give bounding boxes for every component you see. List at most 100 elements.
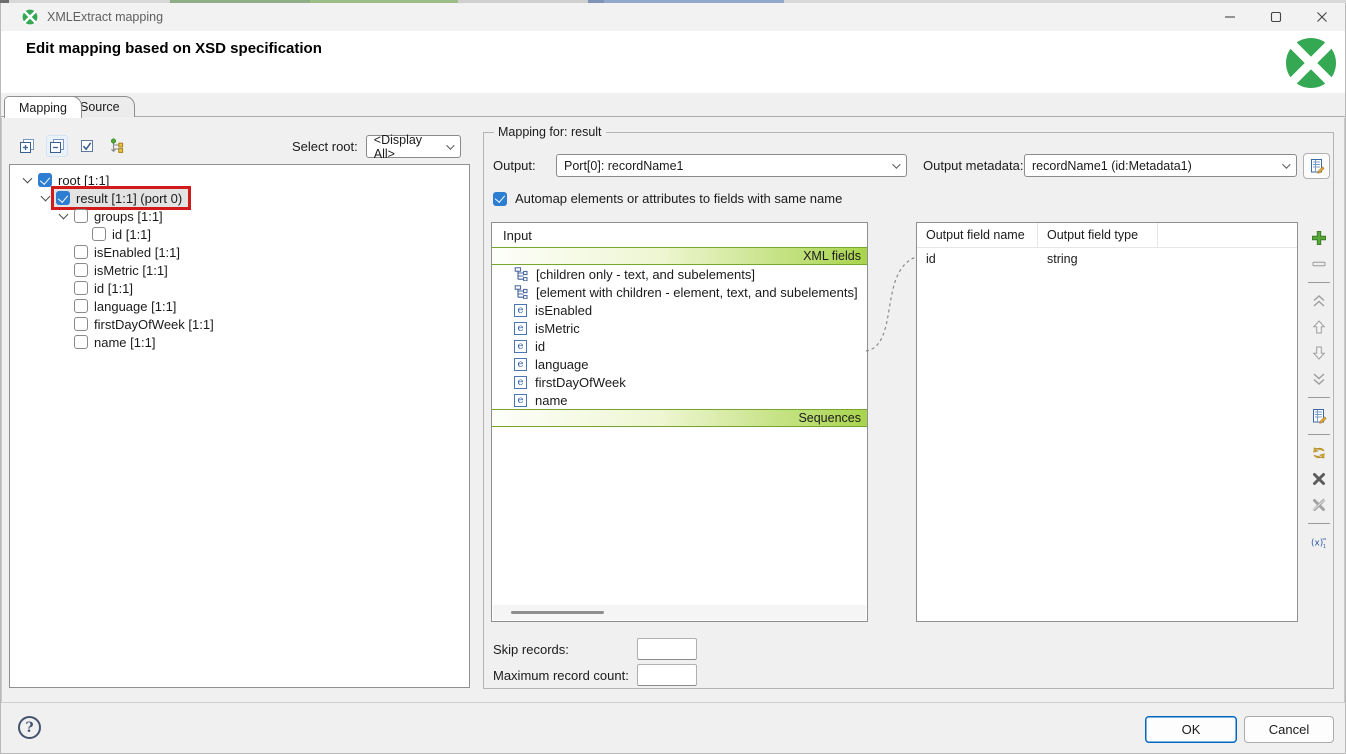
tree-node-checkbox[interactable] (74, 335, 88, 349)
tree-node-label: root [1:1] (58, 173, 111, 188)
tree-node[interactable]: groups [1:1] (10, 207, 469, 225)
collapse-all-icon[interactable] (46, 135, 68, 157)
output-metadata-dropdown[interactable]: recordName1 (id:Metadata1) (1024, 154, 1297, 177)
tree-node[interactable]: id [1:1] (10, 279, 469, 297)
tree-node-label: id [1:1] (94, 281, 135, 296)
expand-chevron-icon[interactable] (58, 210, 68, 220)
tree-node-checkbox[interactable] (56, 191, 70, 205)
xml-field-item[interactable]: eid (492, 337, 867, 355)
xml-field-label: [element with children - element, text, … (536, 285, 858, 300)
sequences-section-header: Sequences (492, 409, 867, 427)
help-button[interactable]: ? (18, 716, 41, 739)
svg-text:1: 1 (1323, 544, 1326, 550)
xml-field-label: id (535, 339, 545, 354)
maximize-button[interactable] (1253, 3, 1299, 31)
edit-metadata-button[interactable] (1303, 153, 1330, 179)
tree-node[interactable]: isMetric [1:1] (10, 261, 469, 279)
tree-node[interactable]: result [1:1] (port 0) (10, 189, 469, 207)
xml-field-item[interactable]: eisMetric (492, 319, 867, 337)
move-down-icon (1309, 343, 1329, 363)
tree-node-checkbox[interactable] (38, 173, 52, 187)
output-table-body: idstring (917, 248, 1297, 270)
move-first-icon (1309, 291, 1329, 311)
xml-field-item[interactable]: [children only - text, and subelements] (492, 265, 867, 283)
xml-fields-section-header: XML fields (492, 247, 867, 265)
skip-records-input[interactable] (637, 638, 697, 660)
element-icon: e (514, 376, 527, 389)
horizontal-scrollbar[interactable] (493, 605, 866, 620)
column-header-empty (1158, 223, 1297, 247)
tree-node-checkbox[interactable] (92, 227, 106, 241)
minimize-button[interactable] (1207, 3, 1253, 31)
cancel-button[interactable]: Cancel (1244, 716, 1334, 743)
element-icon: e (514, 358, 527, 371)
xsd-element-tree[interactable]: root [1:1]result [1:1] (port 0)groups [1… (9, 164, 470, 688)
move-up-icon (1309, 317, 1329, 337)
input-panel-title: Input (492, 223, 867, 247)
xml-field-label: language (535, 357, 589, 372)
expand-all-icon[interactable] (16, 135, 38, 157)
output-fields-table[interactable]: Output field name Output field type idst… (916, 222, 1298, 622)
dialog-header: Edit mapping based on XSD specification (1, 31, 1345, 93)
tree-order-icon[interactable] (106, 135, 128, 157)
tab-mapping[interactable]: Mapping (4, 96, 82, 118)
output-field-row[interactable]: idstring (917, 248, 1297, 270)
tree-node[interactable]: isEnabled [1:1] (10, 243, 469, 261)
chevron-down-icon (892, 160, 900, 168)
add-field-icon[interactable] (1309, 228, 1329, 248)
xml-field-item[interactable]: e language (492, 355, 867, 373)
check-elements-icon[interactable] (76, 135, 98, 157)
edit-metadata-icon[interactable] (1309, 406, 1329, 426)
tree-node[interactable]: firstDayOfWeek [1:1] (10, 315, 469, 333)
xml-field-list: [children only - text, and subelements] [… (492, 265, 867, 409)
tree-node-checkbox[interactable] (74, 209, 88, 223)
tree-node-checkbox[interactable] (74, 299, 88, 313)
expand-chevron-icon[interactable] (40, 192, 50, 202)
expression-icon[interactable]: (x)∞1 (1309, 532, 1329, 552)
chevron-down-icon (446, 141, 454, 149)
tree-node[interactable]: name [1:1] (10, 333, 469, 351)
automap-checkbox[interactable] (493, 192, 507, 206)
mapping-group-title: Mapping for: result (494, 125, 606, 139)
tree-node[interactable]: language [1:1] (10, 297, 469, 315)
scrollbar-thumb[interactable] (511, 611, 604, 614)
tree-node-label: isMetric [1:1] (94, 263, 170, 278)
column-header-field-type[interactable]: Output field type (1038, 223, 1158, 247)
select-root-label: Select root: (292, 139, 358, 154)
tree-node[interactable]: id [1:1] (10, 225, 469, 243)
xml-field-item[interactable]: [element with children - element, text, … (492, 283, 867, 301)
tree-node-label: name [1:1] (94, 335, 157, 350)
tree-node-checkbox[interactable] (74, 281, 88, 295)
output-field-cell (1158, 248, 1297, 270)
element-icon: e (514, 340, 527, 353)
tree-node-label: isEnabled [1:1] (94, 245, 182, 260)
toolbar-separator (1308, 434, 1330, 435)
move-last-icon (1309, 369, 1329, 389)
output-table-header: Output field name Output field type (917, 223, 1297, 248)
column-header-field-name[interactable]: Output field name (917, 223, 1038, 247)
close-button[interactable] (1299, 3, 1345, 31)
xml-field-label: isMetric (535, 321, 580, 336)
clover-logo (1285, 37, 1337, 89)
output-port-dropdown[interactable]: Port[0]: recordName1 (556, 154, 907, 177)
tree-node-checkbox[interactable] (74, 245, 88, 259)
tree-node-checkbox[interactable] (74, 317, 88, 331)
xml-field-item[interactable]: efirstDayOfWeek (492, 373, 867, 391)
automap-icon[interactable] (1309, 443, 1329, 463)
xml-field-item[interactable]: ename (492, 391, 867, 409)
xml-field-label: isEnabled (535, 303, 592, 318)
automap-label: Automap elements or attributes to fields… (515, 191, 842, 206)
remove-mapping-icon[interactable] (1309, 469, 1329, 489)
tree-node-checkbox[interactable] (74, 263, 88, 277)
remove-field-icon (1309, 254, 1329, 274)
output-field-cell: string (1038, 248, 1158, 270)
xml-field-item[interactable]: e isEnabled (492, 301, 867, 319)
tree-node[interactable]: root [1:1] (10, 171, 469, 189)
app-clover-icon (22, 9, 38, 25)
select-root-dropdown[interactable]: <Display All> (366, 135, 461, 158)
svg-text:(x): (x) (1311, 539, 1323, 549)
max-record-count-input[interactable] (637, 664, 697, 686)
expand-chevron-icon[interactable] (22, 174, 32, 184)
element-icon: e (514, 304, 527, 317)
ok-button[interactable]: OK (1145, 716, 1237, 743)
